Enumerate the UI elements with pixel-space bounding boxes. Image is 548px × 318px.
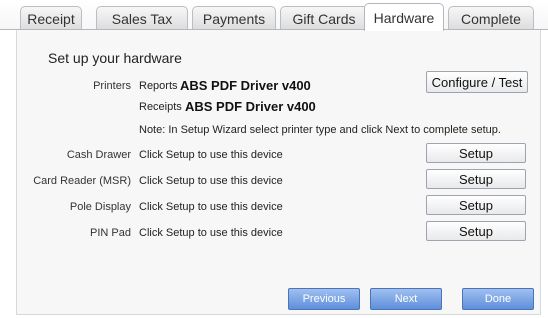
tab-payments[interactable]: Payments: [192, 6, 276, 30]
card-reader-label: Card Reader (MSR): [33, 175, 131, 187]
pin-pad-label: PIN Pad: [90, 227, 131, 239]
tab-strip: Receipt Sales Tax Payments Gift Cards Ha…: [0, 0, 548, 31]
configure-test-button[interactable]: Configure / Test: [426, 71, 528, 93]
done-button[interactable]: Done: [462, 288, 534, 310]
cash-drawer-label: Cash Drawer: [66, 149, 131, 161]
pole-display-status: Click Setup to use this device: [139, 201, 283, 213]
card-reader-setup-button[interactable]: Setup: [426, 169, 526, 189]
next-button[interactable]: Next: [370, 288, 442, 310]
tab-hardware[interactable]: Hardware: [364, 3, 444, 31]
card-reader-status: Click Setup to use this device: [139, 175, 283, 187]
cash-drawer-status: Click Setup to use this device: [139, 149, 283, 161]
tab-gift-cards[interactable]: Gift Cards: [280, 6, 368, 30]
printer-setup-note: Note: In Setup Wizard select printer typ…: [139, 124, 501, 136]
section-title: Set up your hardware: [48, 50, 182, 66]
tab-sales-tax[interactable]: Sales Tax: [96, 6, 188, 30]
reports-printer-value: ABS PDF Driver v400: [180, 78, 311, 93]
setup-wizard-window: Receipt Sales Tax Payments Gift Cards Ha…: [0, 0, 548, 318]
pin-pad-status: Click Setup to use this device: [139, 227, 283, 239]
receipts-label: Receipts: [139, 101, 182, 113]
pole-display-label: Pole Display: [69, 201, 131, 213]
receipts-printer-value: ABS PDF Driver v400: [185, 99, 316, 114]
cash-drawer-setup-button[interactable]: Setup: [426, 143, 526, 163]
pole-display-setup-button[interactable]: Setup: [426, 195, 526, 215]
tab-receipt[interactable]: Receipt: [20, 6, 82, 30]
pin-pad-setup-button[interactable]: Setup: [426, 221, 526, 241]
previous-button[interactable]: Previous: [288, 288, 360, 310]
tab-strip-divider: [0, 29, 548, 30]
printers-label: Printers: [93, 80, 131, 92]
reports-label: Reports: [139, 80, 178, 92]
tab-complete[interactable]: Complete: [448, 6, 534, 30]
